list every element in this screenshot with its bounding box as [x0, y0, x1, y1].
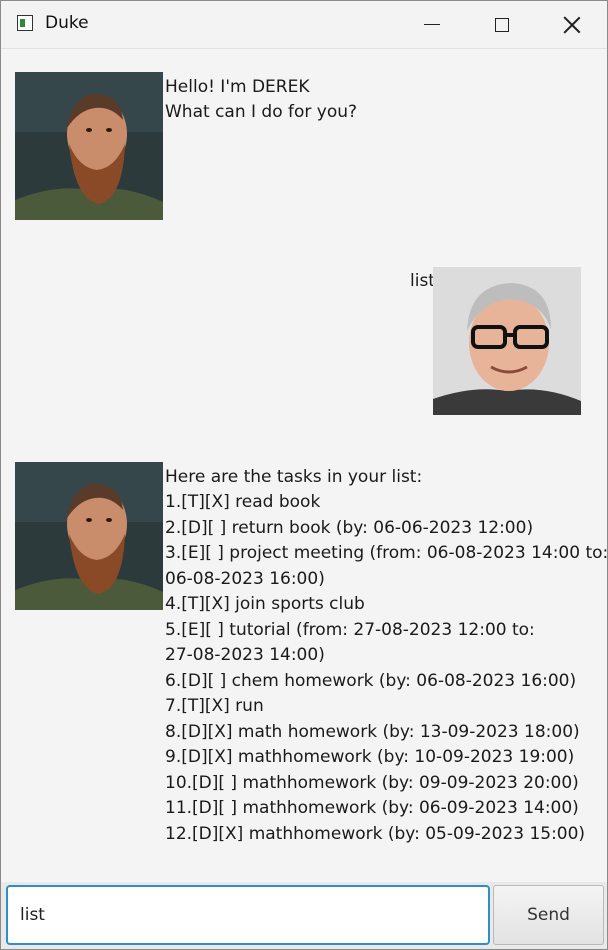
bot-list-line-4: 06-08-2023 16:00)	[165, 569, 325, 589]
bot-list-line-9: 7.[T][X] run	[165, 696, 264, 716]
close-button[interactable]	[537, 1, 607, 48]
bot-list-line-5: 4.[T][X] join sports club	[165, 594, 365, 614]
bot-list-line-1: 1.[T][X] read book	[165, 492, 321, 512]
bot-list-line-2: 2.[D][ ] return book (by: 06-06-2023 12:…	[165, 518, 534, 538]
bot-list-line-13: 11.[D][ ] mathhomework (by: 06-09-2023 1…	[165, 798, 579, 818]
minimize-icon	[424, 23, 440, 26]
user-avatar	[433, 267, 581, 415]
bot-list-line-0: Here are the tasks in your list:	[165, 467, 423, 487]
message-input[interactable]	[6, 885, 490, 945]
bot-greeting-line-2: What can I do for you?	[165, 102, 358, 122]
bot-list-line-8: 6.[D][ ] chem homework (by: 06-08-2023 1…	[165, 671, 577, 691]
chat-area[interactable]: Hello! I'm DEREK What can I do for you? …	[1, 49, 607, 882]
minimize-button[interactable]	[397, 1, 467, 48]
send-button[interactable]: Send	[493, 885, 604, 945]
app-icon	[17, 15, 33, 31]
bot-list-line-11: 9.[D][X] mathhomework (by: 10-09-2023 19…	[165, 747, 575, 767]
app-window: Duke Hello! I'm DEREK What can I do for …	[0, 0, 608, 950]
bot-list-line-3: 3.[E][ ] project meeting (from: 06-08-20…	[165, 543, 608, 563]
bot-avatar	[15, 72, 163, 220]
window-title: Duke	[45, 13, 89, 33]
maximize-button[interactable]	[467, 1, 537, 48]
bot-list-line-12: 10.[D][ ] mathhomework (by: 09-09-2023 2…	[165, 773, 579, 793]
title-bar[interactable]: Duke	[1, 1, 607, 49]
bot-list-line-10: 8.[D][X] math homework (by: 13-09-2023 1…	[165, 722, 580, 742]
input-bar: Send	[1, 882, 607, 949]
bot-avatar	[15, 462, 163, 610]
bot-list-line-6: 5.[E][ ] tutorial (from: 27-08-2023 12:0…	[165, 620, 535, 640]
maximize-icon	[495, 17, 509, 32]
bot-list-line-14: 12.[D][X] mathhomework (by: 05-09-2023 1…	[165, 824, 586, 844]
bot-greeting-line-1: Hello! I'm DEREK	[165, 77, 310, 97]
user-message: list	[410, 271, 435, 291]
close-icon	[563, 16, 581, 34]
bot-list-line-7: 27-08-2023 14:00)	[165, 645, 325, 665]
